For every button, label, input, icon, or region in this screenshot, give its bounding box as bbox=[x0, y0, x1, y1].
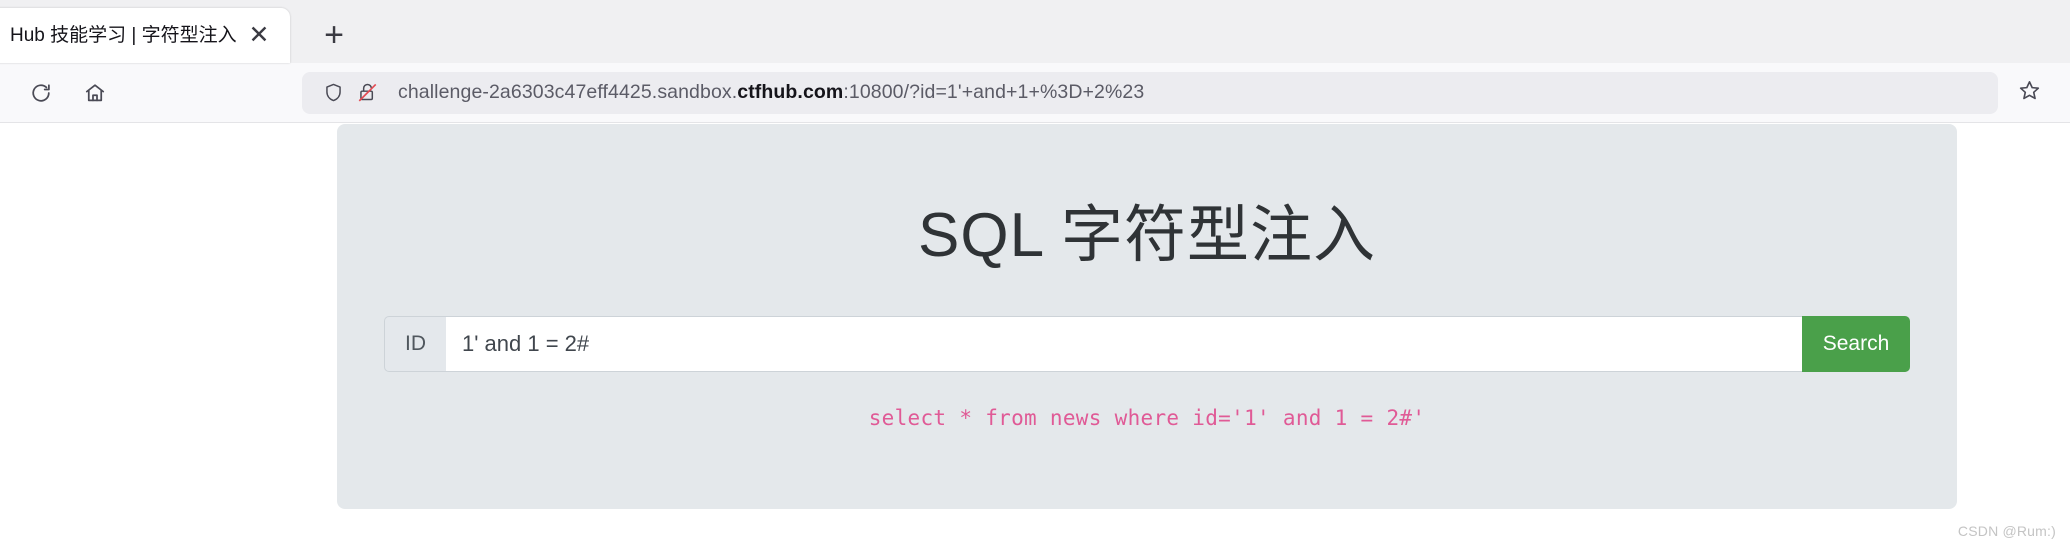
shield-icon[interactable] bbox=[316, 82, 350, 103]
navigation-toolbar: challenge-2a6303c47eff4425.sandbox.ctfhu… bbox=[0, 63, 2070, 123]
close-icon[interactable]: ✕ bbox=[242, 19, 276, 53]
address-bar[interactable]: challenge-2a6303c47eff4425.sandbox.ctfhu… bbox=[302, 71, 1998, 114]
page-viewport: SQL 字符型注入 ID Search select * from news w… bbox=[0, 124, 2070, 547]
input-prefix-label: ID bbox=[384, 316, 446, 372]
new-tab-button[interactable]: + bbox=[312, 13, 356, 57]
tab-title: Hub 技能学习 | 字符型注入 bbox=[10, 25, 237, 46]
sql-query-output: select * from news where id='1' and 1 = … bbox=[868, 406, 1426, 430]
challenge-panel: SQL 字符型注入 ID Search select * from news w… bbox=[337, 124, 1957, 509]
browser-tab[interactable]: Hub 技能学习 | 字符型注入 ✕ bbox=[0, 8, 290, 63]
url-suffix: :10800/?id=1'+and+1+%3D+2%23 bbox=[843, 81, 1145, 103]
reload-icon bbox=[30, 82, 52, 104]
id-search-form: ID Search bbox=[384, 316, 1910, 372]
tab-strip: Hub 技能学习 | 字符型注入 ✕ + bbox=[0, 0, 2070, 63]
id-input[interactable] bbox=[446, 316, 1802, 372]
url-text: challenge-2a6303c47eff4425.sandbox.ctfhu… bbox=[384, 81, 1984, 104]
url-prefix: challenge-2a6303c47eff4425.sandbox. bbox=[398, 81, 738, 103]
reload-button[interactable] bbox=[18, 70, 64, 116]
home-icon bbox=[84, 82, 106, 104]
browser-window: Hub 技能学习 | 字符型注入 ✕ + challenge-2a6303c47… bbox=[0, 0, 2070, 547]
home-button[interactable] bbox=[72, 70, 118, 116]
lock-slashed-icon[interactable] bbox=[350, 82, 384, 103]
star-icon bbox=[2018, 79, 2041, 107]
watermark: CSDN @Rum:) bbox=[1957, 523, 2056, 539]
bookmark-button[interactable] bbox=[2006, 70, 2052, 116]
search-button[interactable]: Search bbox=[1802, 316, 1910, 372]
url-host: ctfhub.com bbox=[737, 81, 844, 103]
page-title: SQL 字符型注入 bbox=[918, 201, 1376, 270]
